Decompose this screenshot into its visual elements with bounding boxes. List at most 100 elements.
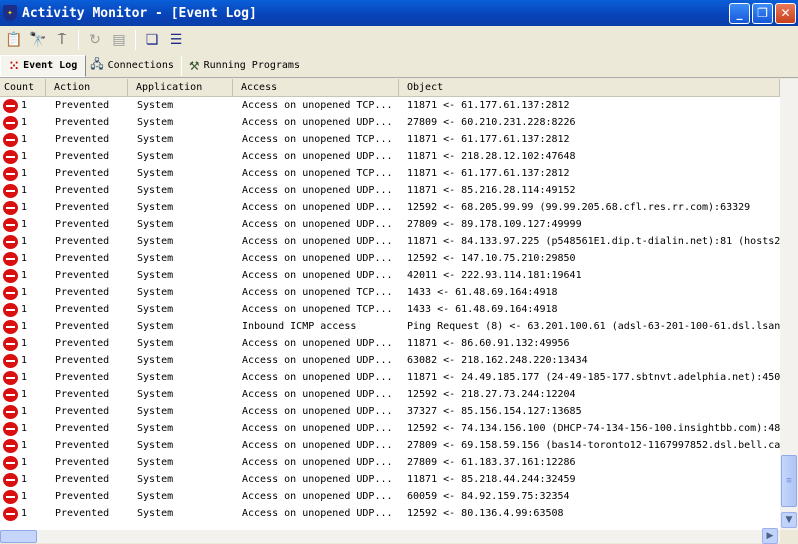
cell-count: 1 — [0, 455, 46, 470]
cell-count: 1 — [0, 98, 46, 113]
tile-icon[interactable]: ☰ — [165, 29, 187, 51]
count-value: 1 — [21, 151, 28, 162]
cell-access: Access on unopened UDP... — [242, 253, 393, 264]
column-header-access[interactable]: Access — [233, 79, 399, 97]
tab-event-log[interactable]: ⁙ Event Log — [0, 54, 87, 77]
prevented-icon — [3, 285, 18, 300]
cell-action: Prevented — [55, 219, 110, 230]
prevented-icon — [3, 251, 18, 266]
table-row[interactable]: 1 Prevented System Access on unopened UDP..… — [0, 437, 780, 454]
maximize-button[interactable]: ❐ — [752, 3, 773, 24]
table-row[interactable]: 1 Prevented System Access on unopened TCP..… — [0, 165, 780, 182]
prevented-icon — [3, 302, 18, 317]
cell-application: System — [137, 321, 174, 332]
horizontal-scroll-thumb[interactable] — [0, 530, 37, 543]
table-row[interactable]: 1 Prevented System Access on unopened UDP..… — [0, 352, 780, 369]
cell-access: Access on unopened UDP... — [242, 389, 393, 400]
column-header-count[interactable]: Count — [0, 79, 46, 97]
table-row[interactable]: 1 Prevented System Access on unopened TCP..… — [0, 131, 780, 148]
properties-icon[interactable]: 📋 — [3, 29, 25, 51]
window-title: Activity Monitor - [Event Log] — [22, 5, 257, 21]
table-row[interactable]: 1 Prevented System Access on unopened UDP..… — [0, 233, 780, 250]
export-icon[interactable]: ▤ — [108, 29, 130, 51]
cell-application: System — [137, 151, 174, 162]
scroll-down-button[interactable]: ▼ — [781, 512, 797, 528]
cell-count: 1 — [0, 149, 46, 164]
table-row[interactable]: 1 Prevented System Access on unopened UDP..… — [0, 182, 780, 199]
cell-access: Access on unopened TCP... — [242, 287, 393, 298]
cell-action: Prevented — [55, 202, 110, 213]
cell-count: 1 — [0, 234, 46, 249]
count-value: 1 — [21, 457, 28, 468]
prevented-icon — [3, 506, 18, 521]
scroll-thumb[interactable]: ≡ — [781, 455, 797, 507]
cell-action: Prevented — [55, 389, 110, 400]
cell-count: 1 — [0, 268, 46, 283]
cell-object: 11871 <- 61.177.61.137:2812 — [407, 100, 570, 111]
cell-access: Access on unopened UDP... — [242, 219, 393, 230]
cell-application: System — [137, 100, 174, 111]
cell-access: Access on unopened UDP... — [242, 474, 393, 485]
table-row[interactable]: 1 Prevented System Access on unopened UDP..… — [0, 403, 780, 420]
column-header-object[interactable]: Object — [399, 79, 780, 97]
table-row[interactable]: 1 Prevented System Access on unopened UDP..… — [0, 250, 780, 267]
tab-running-programs[interactable]: ⚒ Running Programs — [185, 55, 304, 77]
cell-count: 1 — [0, 115, 46, 130]
cell-application: System — [137, 423, 174, 434]
refresh-icon[interactable]: ↻ — [84, 29, 106, 51]
table-row[interactable]: 1 Prevented System Access on unopened UDP..… — [0, 267, 780, 284]
prevented-icon — [3, 455, 18, 470]
prevented-icon — [3, 472, 18, 487]
count-value: 1 — [21, 508, 28, 519]
close-button[interactable]: ✕ — [775, 3, 796, 24]
table-row[interactable]: 1 Prevented System Access on unopened UDP..… — [0, 386, 780, 403]
table-row[interactable]: 1 Prevented System Access on unopened UDP..… — [0, 471, 780, 488]
table-row[interactable]: 1 Prevented System Access on unopened UDP..… — [0, 335, 780, 352]
table-row[interactable]: 1 Prevented System Access on unopened UDP..… — [0, 114, 780, 131]
find-icon[interactable]: 🔭 — [27, 29, 49, 51]
table-row[interactable]: 1 Prevented System Access on unopened UDP..… — [0, 488, 780, 505]
scroll-right-button[interactable]: ▶ — [762, 528, 778, 544]
separator — [180, 55, 182, 76]
cell-application: System — [137, 389, 174, 400]
prevented-icon — [3, 370, 18, 385]
tab-connections[interactable]: 🖧 Connections — [86, 55, 178, 77]
table-row[interactable]: 1 Prevented System Access on unopened TCP..… — [0, 301, 780, 318]
table-row[interactable]: 1 Prevented System Access on unopened UDP..… — [0, 199, 780, 216]
table-row[interactable]: 1 Prevented System Access on unopened UDP..… — [0, 369, 780, 386]
cell-object: 1433 <- 61.48.69.164:4918 — [407, 287, 558, 298]
cell-application: System — [137, 134, 174, 145]
cell-object: 27809 <- 89.178.109.127:49999 — [407, 219, 582, 230]
table-row[interactable]: 1 Prevented System Access on unopened UDP..… — [0, 216, 780, 233]
cell-object: 11871 <- 61.177.61.137:2812 — [407, 134, 570, 145]
count-value: 1 — [21, 253, 28, 264]
table-row[interactable]: 1 Prevented System Access on unopened UDP..… — [0, 454, 780, 471]
cell-action: Prevented — [55, 406, 110, 417]
cell-object: 11871 <- 86.60.91.132:49956 — [407, 338, 570, 349]
minimize-button[interactable]: _ — [729, 3, 750, 24]
network-icon[interactable]: ⍑ — [51, 29, 73, 51]
table-row[interactable]: 1 Prevented System Access on unopened UDP..… — [0, 505, 780, 522]
column-header-application[interactable]: Application — [128, 79, 233, 97]
cell-action: Prevented — [55, 457, 110, 468]
vertical-scrollbar[interactable]: ≡ ▼ — [780, 79, 798, 530]
table-row[interactable]: 1 Prevented System Access on unopened TCP..… — [0, 284, 780, 301]
prevented-icon — [3, 234, 18, 249]
table-row[interactable]: 1 Prevented System Access on unopened UDP..… — [0, 420, 780, 437]
table-row[interactable]: 1 Prevented System Access on unopened TCP..… — [0, 97, 780, 114]
count-value: 1 — [21, 236, 28, 247]
cascade-icon[interactable]: ❏ — [141, 29, 163, 51]
prevented-icon — [3, 149, 18, 164]
cell-object: 27809 <- 60.210.231.228:8226 — [407, 117, 576, 128]
cell-action: Prevented — [55, 151, 110, 162]
cell-application: System — [137, 304, 174, 315]
column-header-action[interactable]: Action — [46, 79, 128, 97]
table-row[interactable]: 1 Prevented System Access on unopened UDP..… — [0, 148, 780, 165]
horizontal-scrollbar[interactable]: ▶ — [0, 528, 780, 544]
cell-access: Access on unopened TCP... — [242, 100, 393, 111]
app-icon: ✦ — [3, 5, 17, 21]
prevented-icon — [3, 489, 18, 504]
table-row[interactable]: 1 Prevented System Inbound ICMP access Ping … — [0, 318, 780, 335]
cell-count: 1 — [0, 506, 46, 521]
cell-access: Access on unopened UDP... — [242, 372, 393, 383]
